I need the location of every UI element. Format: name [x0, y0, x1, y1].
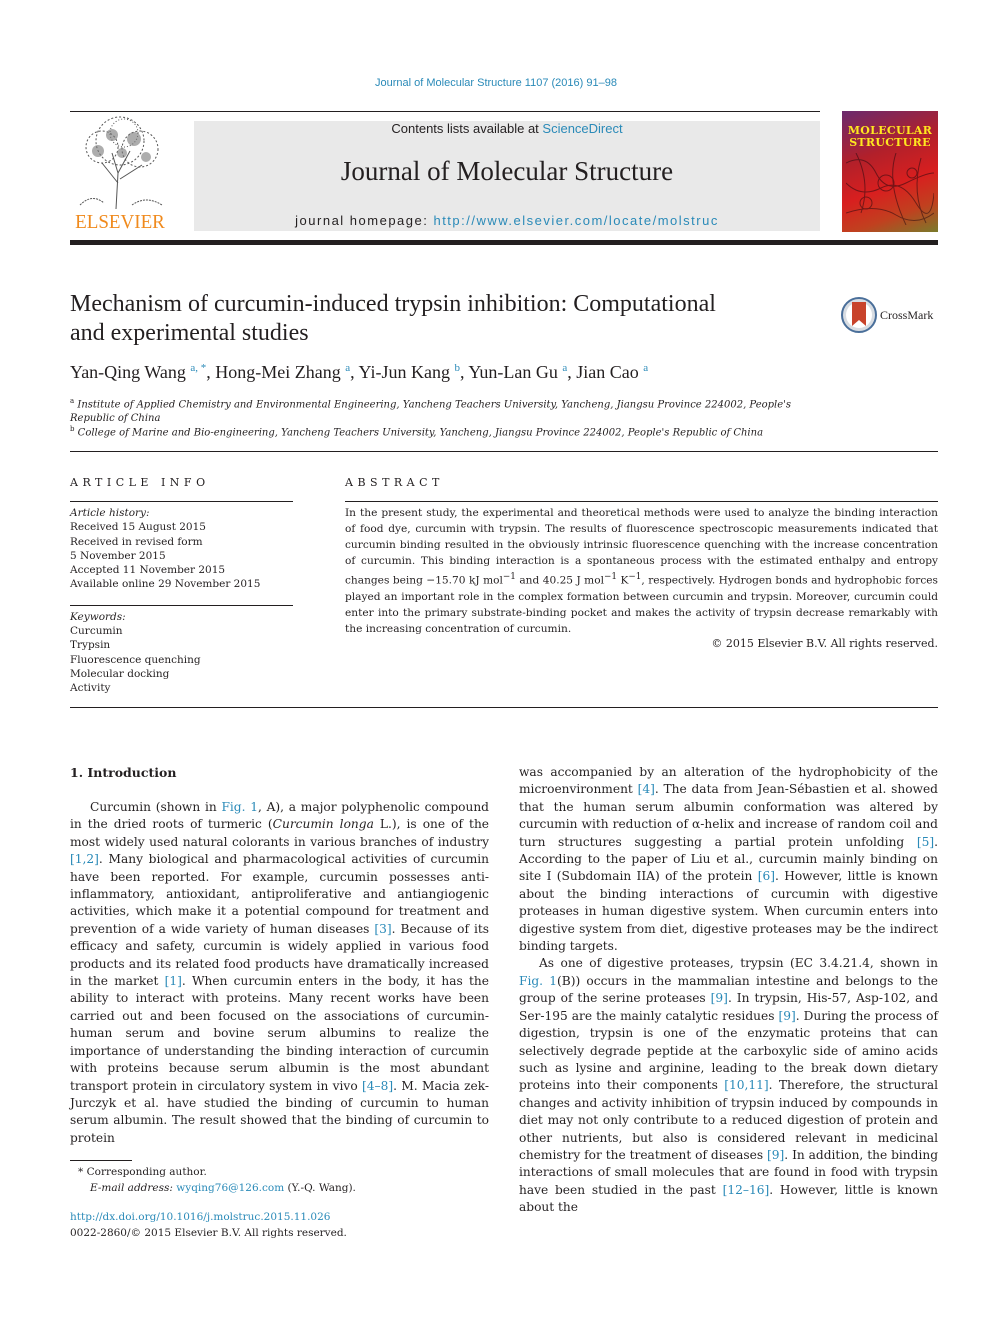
footnote-text: Corresponding author.: [86, 1166, 207, 1178]
footnote-rule: [70, 1160, 132, 1161]
body-column-right: was accompanied by an alteration of the …: [519, 764, 938, 1217]
reference-link[interactable]: [9]: [767, 1148, 784, 1162]
paragraph: was accompanied by an alteration of the …: [519, 764, 938, 955]
reference-link[interactable]: [1]: [165, 974, 182, 988]
history-item: Received in revised form: [70, 535, 203, 548]
keywords: Keywords: Curcumin Trypsin Fluorescence …: [70, 610, 293, 696]
elsevier-tree-icon: [72, 113, 168, 209]
contents-prefix: Contents lists available at: [391, 121, 543, 136]
keyword: Curcumin: [70, 625, 123, 638]
keyword: Trypsin: [70, 639, 111, 652]
article-history-label: Article history:: [70, 507, 150, 519]
author[interactable]: Yun-Lan Gu a: [468, 362, 567, 382]
homepage-link[interactable]: http://www.elsevier.com/locate/molstruc: [433, 213, 718, 228]
header-rule: [70, 111, 820, 112]
body-column-left: Curcumin (shown in Fig. 1, A), a major p…: [70, 799, 489, 1147]
reference-link[interactable]: [12–16]: [723, 1183, 770, 1197]
cover-texture-icon: [846, 153, 934, 225]
article-history: Article history: Received 15 August 2015…: [70, 506, 293, 592]
article-title-line2: and experimental studies: [70, 320, 309, 346]
journal-homepage: journal homepage: http://www.elsevier.co…: [194, 213, 820, 228]
divider: [70, 604, 293, 606]
affiliation-mark: a: [70, 397, 75, 405]
paragraph: Curcumin (shown in Fig. 1, A), a major p…: [70, 799, 489, 1147]
contents-line: Contents lists available at ScienceDirec…: [194, 121, 820, 136]
affiliation-text: Institute of Applied Chemistry and Envir…: [70, 399, 792, 425]
sciencedirect-link[interactable]: ScienceDirect: [542, 121, 622, 136]
publication-info: http://dx.doi.org/10.1016/j.molstruc.201…: [70, 1209, 470, 1241]
author[interactable]: Hong-Mei Zhang a: [215, 362, 350, 382]
keywords-label: Keywords:: [70, 610, 126, 623]
homepage-label: journal homepage:: [295, 213, 434, 228]
history-item: Accepted 11 November 2015: [70, 564, 226, 577]
affiliation-mark: b: [70, 425, 75, 433]
footnote-corresponding: * Corresponding author. E-mail address: …: [70, 1164, 470, 1196]
affiliation: b College of Marine and Bio-engineering,…: [70, 422, 830, 440]
article-info-heading: ARTICLE INFO: [70, 476, 210, 489]
cover-title-line2: STRUCTURE: [849, 136, 931, 149]
doi-link[interactable]: http://dx.doi.org/10.1016/j.molstruc.201…: [70, 1209, 470, 1225]
reference-link[interactable]: [10,11]: [724, 1078, 768, 1092]
abstract-text: In the present study, the experimental a…: [345, 507, 938, 635]
section-heading-introduction: 1. Introduction: [70, 765, 177, 780]
divider: [70, 707, 938, 708]
article-title-line1: Mechanism of curcumin-induced trypsin in…: [70, 291, 716, 317]
cover-title: MOLECULAR STRUCTURE: [842, 125, 938, 149]
issn-copyright: 0022-2860/© 2015 Elsevier B.V. All right…: [70, 1227, 347, 1239]
reference-link[interactable]: [6]: [758, 869, 775, 883]
journal-title: Journal of Molecular Structure: [340, 156, 674, 186]
crossmark-button[interactable]: CrossMark: [840, 296, 940, 336]
text-run: Curcumin longa: [272, 817, 374, 832]
crossmark-label: CrossMark: [880, 308, 934, 322]
author-list: Yan-Qing Wang a, *, Hong-Mei Zhang a, Yi…: [70, 362, 649, 382]
article-title: Mechanism of curcumin-induced trypsin in…: [70, 290, 820, 348]
paragraph: As one of digestive proteases, trypsin (…: [519, 955, 938, 1216]
keyword: Activity: [70, 682, 111, 695]
author[interactable]: Yi-Jun Kang b: [359, 362, 461, 382]
email-suffix: (Y.-Q. Wang).: [284, 1182, 356, 1194]
history-item: 5 November 2015: [70, 549, 166, 562]
header-thick-rule: [70, 240, 938, 245]
keyword: Molecular docking: [70, 667, 170, 680]
divider: [70, 451, 938, 452]
reference-link[interactable]: [4–8]: [362, 1079, 393, 1093]
divider: [70, 501, 293, 502]
text-run: Curcumin (shown in: [90, 800, 222, 814]
text-run: As one of digestive proteases, trypsin (…: [539, 956, 938, 971]
journal-cover-image: MOLECULAR STRUCTURE: [842, 111, 938, 232]
footnote-mark: *: [78, 1166, 84, 1178]
reference-link[interactable]: [9]: [778, 1009, 795, 1023]
email-link[interactable]: wyqing76@126.com: [176, 1182, 284, 1194]
abstract: ABSTRACT In the present study, the exper…: [345, 476, 938, 650]
reference-link[interactable]: [5]: [917, 835, 934, 849]
journal-citation[interactable]: Journal of Molecular Structure 1107 (201…: [0, 77, 992, 89]
journal-banner: Contents lists available at ScienceDirec…: [194, 121, 820, 231]
history-item: Received 15 August 2015: [70, 521, 206, 534]
history-item: Available online 29 November 2015: [70, 578, 261, 591]
email-label: E-mail address:: [90, 1182, 177, 1194]
article-info: ARTICLE INFO Article history: Received 1…: [70, 476, 293, 696]
reference-link[interactable]: Fig. 1: [519, 974, 557, 988]
elsevier-wordmark: ELSEVIER: [75, 211, 165, 233]
reference-link[interactable]: [3]: [374, 922, 391, 936]
crossmark-icon: [841, 297, 877, 333]
text-run: . When curcumin enters in the body, it h…: [70, 974, 489, 1093]
keyword: Fluorescence quenching: [70, 653, 201, 666]
reference-link[interactable]: [1,2]: [70, 852, 99, 866]
divider: [345, 501, 938, 502]
abstract-heading: ABSTRACT: [345, 476, 444, 489]
author[interactable]: Yan-Qing Wang a, *: [70, 362, 206, 382]
abstract-copyright: © 2015 Elsevier B.V. All rights reserved…: [711, 636, 938, 650]
affiliation-text: College of Marine and Bio-engineering, Y…: [77, 427, 764, 439]
reference-link[interactable]: [4]: [638, 782, 655, 796]
reference-link[interactable]: [9]: [711, 991, 728, 1005]
reference-link[interactable]: Fig. 1: [221, 800, 258, 814]
author[interactable]: Jian Cao a: [576, 362, 648, 382]
elsevier-logo: ELSEVIER: [68, 113, 172, 233]
